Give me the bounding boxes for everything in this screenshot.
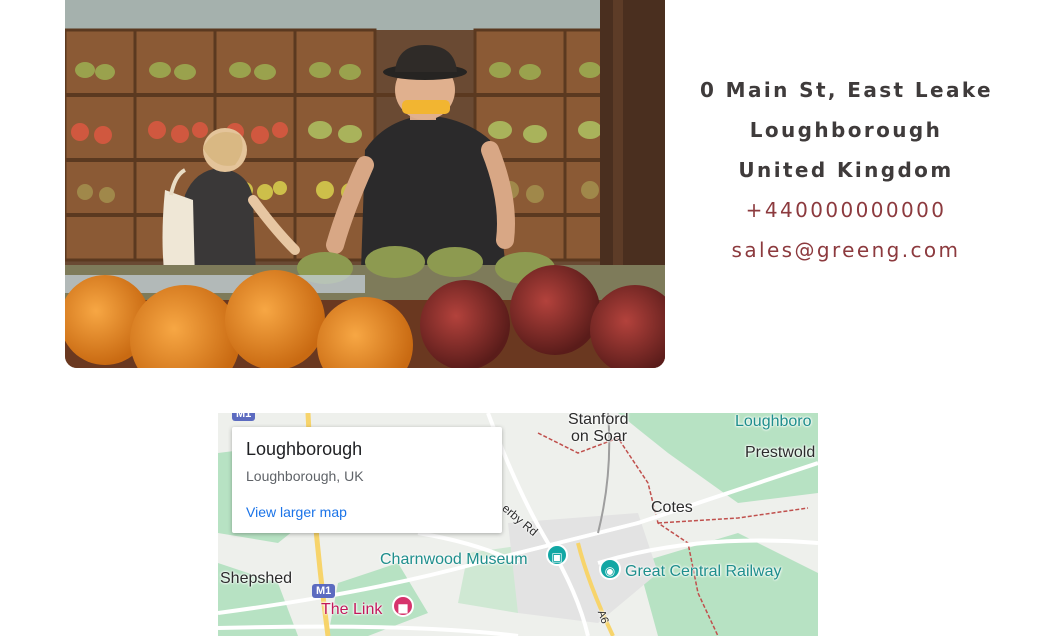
map-place-title: Loughborough [246, 439, 363, 459]
map-label-the-link: The Link [321, 601, 383, 618]
map-label-charnwood-museum: Charnwood Museum [380, 551, 528, 568]
embedded-map[interactable]: M1 Stanford on Soar Loughboro Prestwold … [218, 413, 818, 636]
map-label-on-soar: on Soar [571, 428, 628, 445]
address-line-1: 0 Main St, East Leake [700, 78, 993, 102]
motorway-shield-top: M1 [232, 413, 256, 421]
map-place-subtitle: Loughborough, UK [246, 468, 364, 484]
view-larger-map-link[interactable]: View larger map [246, 504, 347, 520]
contact-block: 0 Main St, East Leake Loughborough Unite… [700, 70, 992, 270]
address-line-2: Loughborough [749, 118, 943, 142]
phone-link[interactable]: +440000000000 [700, 190, 992, 230]
museum-pin-icon[interactable]: ▣ [546, 544, 568, 566]
map-info-card: Loughborough Loughborough, UK View large… [232, 427, 502, 533]
hotel-pin-icon[interactable]: ■ [392, 595, 414, 617]
map-label-stanford: Stanford [568, 413, 629, 428]
motorway-shield-m1: M1 [312, 584, 336, 598]
map-label-loughborough: Loughboro [735, 413, 812, 430]
email-link[interactable]: sales@greeng.com [700, 230, 992, 270]
map-label-shepshed: Shepshed [220, 570, 293, 587]
camera-pin-icon[interactable]: ◉ [599, 558, 621, 580]
map-label-great-central-railway: Great Central Railway [625, 563, 782, 580]
map-label-prestwold: Prestwold [745, 444, 816, 461]
map-label-cotes: Cotes [651, 499, 693, 516]
address-line-3: United Kingdom [738, 158, 954, 182]
market-photo [65, 0, 665, 368]
